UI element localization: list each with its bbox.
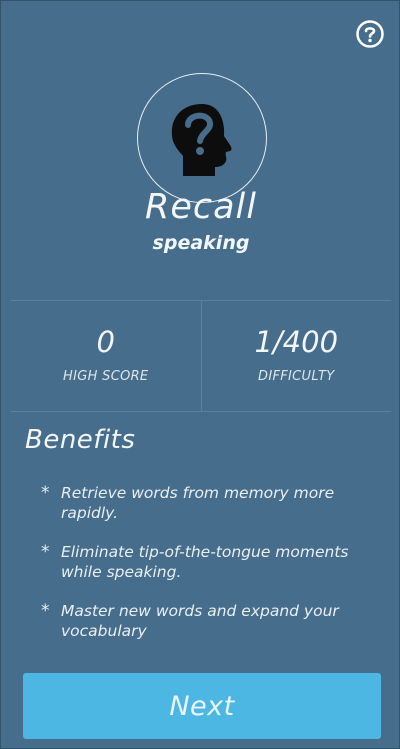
high-score-label: HIGH SCORE xyxy=(63,369,149,384)
next-button[interactable]: Next xyxy=(23,673,381,739)
hero-icon-circle xyxy=(137,73,267,203)
stats-panel: 0 HIGH SCORE 1/400 DIFFICULTY xyxy=(11,300,391,412)
help-button[interactable] xyxy=(355,19,385,49)
asterisk-bullet-icon: * xyxy=(41,542,50,562)
next-button-label: Next xyxy=(169,690,235,722)
head-question-mark-icon xyxy=(171,104,232,176)
asterisk-bullet-icon: * xyxy=(41,601,50,621)
benefit-item: * Retrieve words from memory more rapidl… xyxy=(41,483,381,523)
high-score-value: 0 xyxy=(96,325,115,359)
benefit-item: * Master new words and expand your vocab… xyxy=(41,601,381,641)
benefit-item: * Eliminate tip-of-the-tongue moments wh… xyxy=(41,542,381,582)
benefits-list: * Retrieve words from memory more rapidl… xyxy=(41,483,381,660)
game-title: Recall xyxy=(145,187,257,227)
asterisk-bullet-icon: * xyxy=(41,483,50,503)
high-score-stat: 0 HIGH SCORE xyxy=(11,301,201,411)
difficulty-stat: 1/400 DIFFICULTY xyxy=(200,301,392,411)
benefit-text: Eliminate tip-of-the-tongue moments whil… xyxy=(61,543,349,581)
game-intro-screen: Recall speaking 0 HIGH SCORE 1/400 DIFFI… xyxy=(0,0,400,749)
game-category: speaking xyxy=(152,232,250,254)
question-circle-icon xyxy=(356,20,384,48)
difficulty-label: DIFFICULTY xyxy=(258,369,335,384)
difficulty-value: 1/400 xyxy=(254,325,339,359)
benefits-heading: Benefits xyxy=(25,425,136,455)
benefit-text: Retrieve words from memory more rapidly. xyxy=(61,484,335,522)
benefit-text: Master new words and expand your vocabul… xyxy=(61,602,339,640)
